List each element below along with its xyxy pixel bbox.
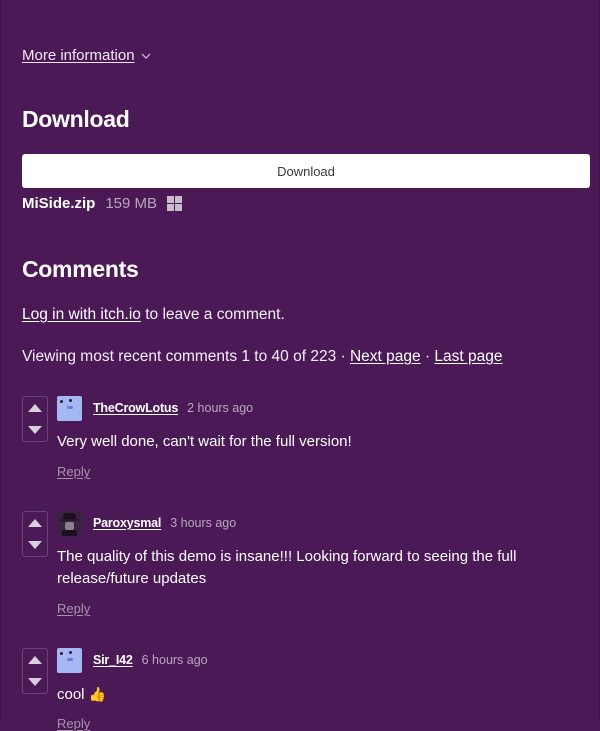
more-information-toggle[interactable]: More information	[22, 47, 151, 64]
chevron-down-icon	[141, 53, 150, 59]
login-link[interactable]: Log in with itch.io	[22, 306, 141, 323]
comment-body: The quality of this demo is insane!!! Lo…	[57, 548, 517, 587]
upvote-icon[interactable]	[28, 656, 42, 664]
login-prompt: Log in with itch.io to leave a comment.	[22, 306, 285, 324]
more-information-label: More information	[22, 47, 135, 64]
downvote-icon[interactable]	[28, 426, 42, 434]
downvote-icon[interactable]	[28, 678, 42, 686]
avatar[interactable]	[57, 648, 82, 673]
login-suffix: to leave a comment.	[140, 306, 285, 323]
file-size: 159 MB	[105, 195, 158, 212]
upload-file-row: MiSide.zip 159 MB	[22, 195, 183, 212]
last-page-link[interactable]: Last page	[434, 348, 502, 365]
separator: ·	[420, 348, 435, 365]
next-page-link[interactable]: Next page	[350, 348, 421, 365]
comment-pagination: Viewing most recent comments 1 to 40 of …	[22, 348, 503, 366]
reply-link[interactable]: Reply	[57, 464, 90, 479]
vote-box	[22, 396, 48, 442]
file-name: MiSide.zip	[22, 195, 96, 212]
windows-icon	[167, 196, 183, 211]
comment-timestamp[interactable]: 6 hours ago	[142, 653, 208, 667]
download-button[interactable]: Download	[22, 154, 590, 188]
upvote-icon[interactable]	[28, 519, 42, 527]
comment-body: Very well done, can't wait for the full …	[57, 433, 352, 450]
comment-timestamp[interactable]: 3 hours ago	[170, 516, 236, 530]
comment-username[interactable]: TheCrowLotus	[93, 401, 178, 415]
upvote-icon[interactable]	[28, 404, 42, 412]
comment-body: cool 👍	[57, 683, 577, 706]
vote-box	[22, 511, 48, 557]
avatar[interactable]	[57, 511, 82, 536]
comment-timestamp[interactable]: 2 hours ago	[187, 401, 253, 415]
comment-username[interactable]: Paroxysmal	[93, 516, 161, 530]
comments-heading: Comments	[22, 256, 139, 282]
avatar[interactable]	[57, 396, 82, 421]
viewing-text: Viewing most recent comments 1 to 40 of …	[22, 348, 350, 365]
reply-link[interactable]: Reply	[57, 601, 90, 616]
comment-username[interactable]: Sir_I42	[93, 653, 133, 667]
download-heading: Download	[22, 106, 130, 132]
comment-text: cool	[57, 686, 85, 703]
reply-link[interactable]: Reply	[57, 716, 90, 731]
downvote-icon[interactable]	[28, 541, 42, 549]
thumbs-up-icon: 👍	[88, 686, 107, 702]
vote-box	[22, 648, 48, 694]
